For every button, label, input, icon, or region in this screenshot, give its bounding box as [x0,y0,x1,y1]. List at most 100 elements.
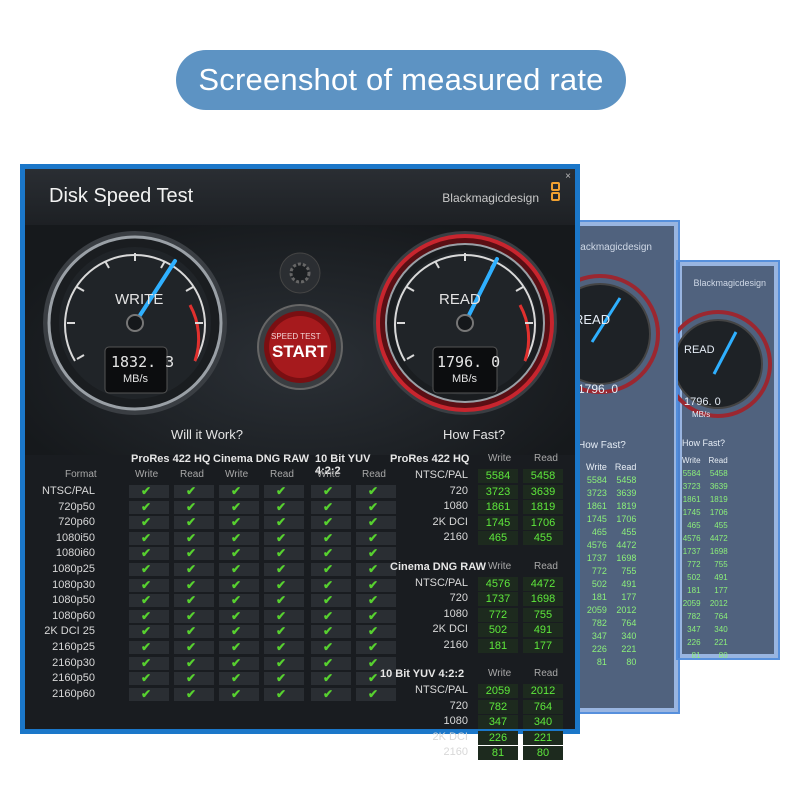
ghost-value-cell: 5584 [586,474,607,485]
ghost-value-cell: 226 [687,638,701,647]
ghost-row: 347 340 [582,629,640,642]
read-value-cell: 5458 [523,469,563,483]
read-value-cell: 340 [523,715,563,729]
check-icon: ✔ [323,608,334,623]
ghost-row: 181 177 [678,584,732,597]
ghost-value-cell: 177 [621,591,637,602]
check-icon: ✔ [323,655,334,670]
check-icon: ✔ [186,530,197,545]
format-label: 2K DCI [432,623,468,635]
read-value-cell: 3639 [523,484,563,499]
write-col-header: Write [488,453,512,464]
check-icon: ✔ [276,624,287,639]
ghost-table-2: Write Read 5584 5458 3723 3639 1861 1819 1745 170… [678,454,732,658]
write-value-cell: 226 [478,730,518,745]
format-row-label: 1080p60 [52,609,95,622]
ghost-row: 2059 2012 [582,603,640,616]
check-icon: ✔ [276,499,287,514]
title-bar: Disk Speed Test Blackmagicdesign × [25,169,575,225]
write-col-header: Write [488,668,512,679]
ghost-value-cell: 1698 [709,547,728,556]
format-row-label: 2K DCI 25 [44,625,95,638]
check-icon: ✔ [368,577,379,592]
write-value-cell: 465 [478,531,518,545]
check-icon: ✔ [323,562,334,576]
settings-gear-icon[interactable] [280,253,320,293]
format-label: 2160 [443,638,468,651]
format-row-label: 1080p25 [52,563,95,575]
read-value-cell: 491 [523,623,563,637]
ghost-row: 772 755 [678,558,732,571]
ghost-header-cell: Read [614,461,637,472]
ghost-value-cell: 764 [714,612,728,621]
write-gauge-label: WRITE [115,291,164,308]
check-icon: ✔ [186,671,197,686]
ghost-brand-1: Blackmagicdesign [571,242,652,253]
read-gauge [373,231,557,415]
check-icon: ✔ [141,577,152,592]
will-it-work-heading: Will it Work? [171,427,243,442]
check-icon: ✔ [276,562,287,576]
ghost-row: 4576 4472 [678,532,732,545]
read-gauge-label: READ [439,291,481,308]
ghost-value-cell: 2059 [586,604,607,615]
check-icon: ✔ [141,608,152,623]
ghost-value-cell: 502 [591,578,607,589]
ghost-row: 5584 5458 [678,467,732,480]
check-icon: ✔ [323,640,334,654]
check-icon: ✔ [231,562,242,576]
ghost-row: 465 455 [678,519,732,532]
check-icon: ✔ [323,499,334,514]
check-icon: ✔ [276,593,287,608]
ghost-row: 81 80 [678,649,732,658]
start-button[interactable]: SPEED TEST START [265,312,335,382]
check-icon: ✔ [368,530,379,545]
banner-title: Screenshot of measured rate [176,50,626,110]
ghost-value-cell: 1819 [616,500,637,511]
ghost-row: 181 177 [582,590,640,603]
ghost-header-row: Write Read [582,460,640,473]
sub-header: Write [225,469,249,480]
ghost-row: 81 80 [582,655,640,668]
check-icon: ✔ [141,530,152,545]
sub-header: Read [270,469,294,480]
check-icon: ✔ [186,686,197,701]
format-header: Format [65,469,97,480]
ghost-value-cell: 81 [596,656,607,667]
check-icon: ✔ [231,546,242,561]
how-fast-heading: How Fast? [443,427,506,442]
ghost-row: 502 491 [678,571,732,584]
ghost-value-cell: 764 [621,617,637,628]
check-icon: ✔ [368,608,379,623]
format-label: NTSC/PAL [415,469,468,481]
ghost-value-cell: 4576 [586,539,607,550]
ghost-value-cell: 772 [687,560,701,569]
check-icon: ✔ [368,499,379,514]
ghost-value-cell: 347 [591,630,607,641]
format-row-label: 1080i50 [55,531,95,544]
write-gauge [43,231,227,415]
format-label: 2K DCI [432,730,468,743]
ghost-value-cell: 347 [687,625,701,634]
check-icon: ✔ [323,546,334,561]
check-icon: ✔ [323,686,334,701]
format-label: NTSC/PAL [415,684,468,696]
format-label: NTSC/PAL [415,576,468,589]
check-icon: ✔ [323,577,334,592]
check-icon: ✔ [231,624,242,639]
read-value-cell: 80 [523,746,563,760]
ghost-row: 1737 1698 [678,545,732,558]
ghost-gauge-1 [570,274,660,394]
group-header: Cinema DNG RAW [213,453,309,465]
ghost-value-cell: 491 [714,573,728,582]
ghost-header-cell: Write [586,461,607,472]
format-label: 720 [449,592,468,604]
check-icon: ✔ [276,686,287,701]
read-value-cell: 764 [523,699,563,714]
ghost-value-cell: 755 [621,565,637,576]
check-icon: ✔ [276,484,287,498]
close-icon[interactable]: × [565,171,571,182]
ghost-value-cell: 2012 [616,604,637,615]
format-row-label: 2160p30 [52,656,95,669]
ghost-value-cell: 465 [591,526,607,537]
